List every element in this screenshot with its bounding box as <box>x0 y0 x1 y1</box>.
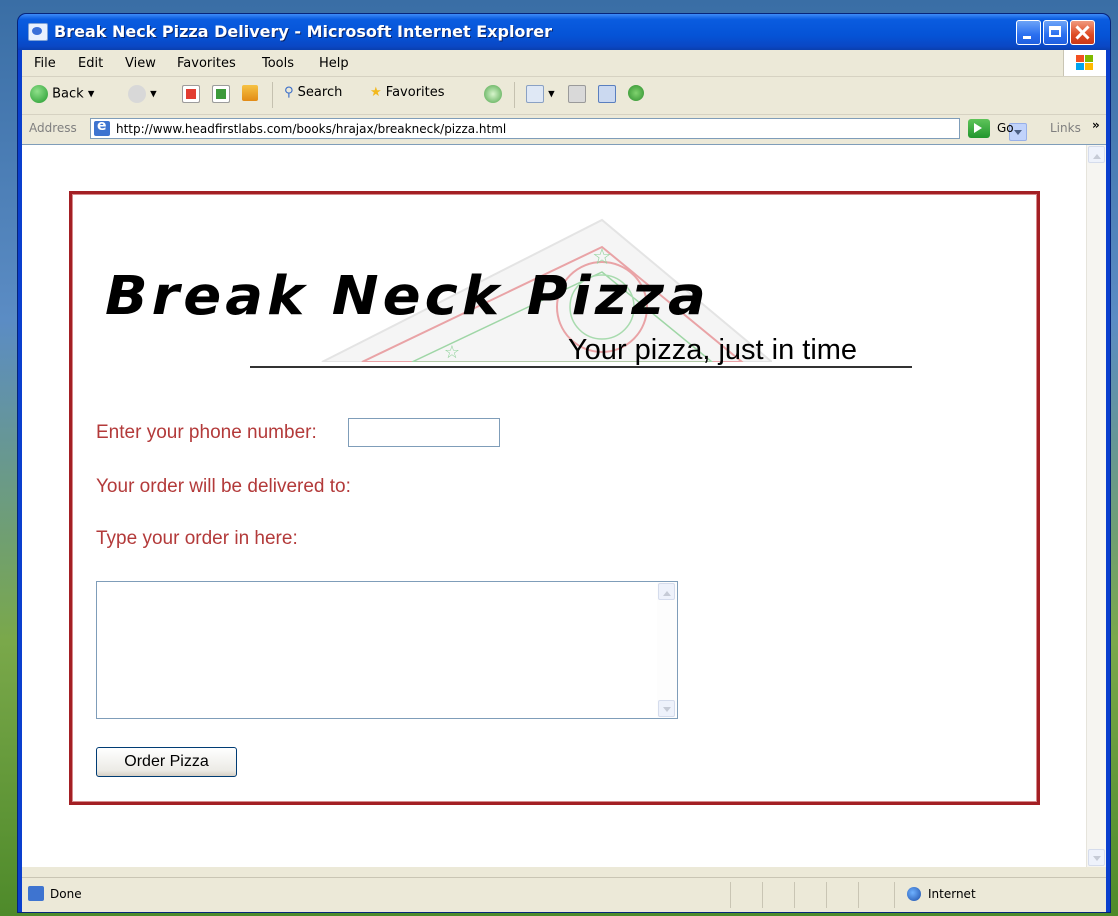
menu-help[interactable]: Help <box>319 56 349 71</box>
favorites-label: Favorites <box>385 85 445 100</box>
menu-bar: File Edit View Favorites Tools Help <box>22 50 1106 77</box>
ie-page-icon <box>94 118 110 136</box>
messenger-icon <box>628 85 644 101</box>
links-label[interactable]: Links <box>1050 121 1081 135</box>
page-viewport: ☆ ☆ Break Neck Pizza Your pizza, just in… <box>22 144 1106 867</box>
title-bar[interactable]: Break Neck Pizza Delivery - Microsoft In… <box>18 14 1110 50</box>
address-bar: Address http://www.headfirstlabs.com/boo… <box>22 115 1106 143</box>
order-pizza-button[interactable]: Order Pizza <box>96 747 237 777</box>
star-icon: ★ <box>370 85 382 100</box>
menu-tools[interactable]: Tools <box>262 56 294 71</box>
status-divider <box>894 882 895 908</box>
search-button[interactable]: ⚲ Search <box>284 85 342 100</box>
status-text: Done <box>50 887 82 901</box>
back-arrow-icon <box>30 85 48 103</box>
history-button[interactable] <box>484 85 502 103</box>
ie-page-icon <box>28 886 44 901</box>
menu-view[interactable]: View <box>125 56 156 71</box>
forward-arrow-icon <box>128 85 146 103</box>
favorites-button[interactable]: ★ Favorites <box>370 85 445 100</box>
address-url: http://www.headfirstlabs.com/books/hraja… <box>116 122 507 136</box>
address-input[interactable]: http://www.headfirstlabs.com/books/hraja… <box>90 118 1027 141</box>
browser-window: Break Neck Pizza Delivery - Microsoft In… <box>18 14 1110 912</box>
svg-text:☆: ☆ <box>444 342 460 362</box>
menu-edit[interactable]: Edit <box>78 56 103 71</box>
history-icon <box>484 85 502 103</box>
back-label: Back <box>52 86 84 102</box>
maximize-button[interactable] <box>1043 20 1068 45</box>
status-divider <box>730 882 731 908</box>
menu-favorites[interactable]: Favorites <box>177 56 236 71</box>
page-scrollbar[interactable] <box>1086 145 1106 867</box>
back-button[interactable]: Back ▾ <box>30 85 94 103</box>
stop-icon <box>182 85 200 103</box>
tagline: Your pizza, just in time <box>568 334 858 366</box>
order-textarea[interactable] <box>96 581 678 719</box>
menu-file[interactable]: File <box>34 56 56 71</box>
stop-button[interactable] <box>182 85 200 103</box>
textarea-scrollbar[interactable] <box>657 582 677 718</box>
print-button[interactable] <box>568 85 586 103</box>
status-divider <box>858 882 859 908</box>
status-bar: Done Internet <box>22 877 1106 912</box>
edit-icon <box>598 85 616 103</box>
status-divider <box>762 882 763 908</box>
status-divider <box>826 882 827 908</box>
standard-toolbar: Back ▾ ▾ ⚲ Search ★ Favorites ▾ <box>22 76 1106 115</box>
forward-button[interactable]: ▾ <box>128 85 157 103</box>
toolbar-separator <box>272 82 273 108</box>
search-label: Search <box>297 85 343 100</box>
go-arrow-icon[interactable] <box>968 119 990 138</box>
mail-icon <box>526 85 544 103</box>
links-more-icon[interactable]: » <box>1092 118 1100 132</box>
messenger-button[interactable] <box>628 85 644 101</box>
edit-button[interactable] <box>598 85 616 103</box>
delivery-label: Your order will be delivered to: <box>96 476 351 497</box>
ie-page-icon <box>28 23 48 41</box>
minimize-button[interactable] <box>1016 20 1041 45</box>
go-button[interactable]: Go <box>997 121 1014 135</box>
address-label: Address <box>29 121 77 135</box>
scroll-down-icon[interactable] <box>1088 849 1105 866</box>
home-icon <box>242 85 258 101</box>
browser-frame: File Edit View Favorites Tools Help Back… <box>22 50 1106 912</box>
status-divider <box>794 882 795 908</box>
globe-icon <box>907 887 921 901</box>
phone-label: Enter your phone number: <box>96 422 317 443</box>
windows-flag-icon <box>1076 55 1094 71</box>
scroll-up-icon[interactable] <box>1088 146 1105 163</box>
toolbar-separator <box>514 82 515 108</box>
security-zone: Internet <box>928 887 976 901</box>
refresh-button[interactable] <box>212 85 230 103</box>
tagline-underline <box>250 366 912 368</box>
refresh-icon <box>212 85 230 103</box>
close-button[interactable] <box>1070 20 1095 45</box>
window-title: Break Neck Pizza Delivery - Microsoft In… <box>54 22 553 41</box>
scroll-up-icon[interactable] <box>658 583 675 600</box>
windows-logo <box>1063 50 1106 76</box>
print-icon <box>568 85 586 103</box>
scroll-down-icon[interactable] <box>658 700 675 717</box>
home-button[interactable] <box>242 85 258 101</box>
pizza-order-panel: ☆ ☆ Break Neck Pizza Your pizza, just in… <box>69 191 1040 805</box>
phone-input[interactable] <box>348 418 500 447</box>
mail-button[interactable]: ▾ <box>526 85 555 103</box>
logo-text: Break Neck Pizza <box>105 265 710 328</box>
order-label: Type your order in here: <box>96 528 298 549</box>
search-icon: ⚲ <box>284 85 294 100</box>
